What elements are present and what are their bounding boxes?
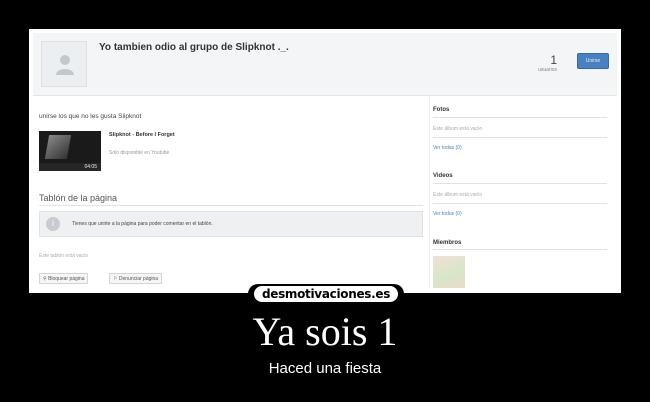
screenshot: Yo tambien odio al grupo de Slipknot ._.… — [33, 33, 617, 289]
photos-title: Fotos — [433, 107, 450, 113]
lock-icon: ⚲ — [43, 276, 47, 282]
report-page-button[interactable]: ⚐ Denunciar página — [109, 273, 163, 284]
poster-caption: Ya sois 1 — [252, 309, 398, 354]
divider — [433, 203, 607, 204]
poster-subcaption: Haced una fiesta — [268, 360, 382, 377]
site-brand-text: desmotivaciones.es — [261, 287, 391, 301]
videos-empty-text: Este álbum está vacío — [433, 192, 483, 198]
join-notice-text: Tienes que unirte a la página para poder… — [72, 221, 213, 227]
photos-empty-text: Este álbum está vacío — [433, 126, 483, 132]
video-thumbnail[interactable]: 04:05 — [39, 131, 101, 171]
divider — [433, 183, 607, 184]
join-notice: i Tienes que unirte a la página para pod… — [39, 211, 423, 237]
video-title[interactable]: Slipknot - Before I Forget — [109, 132, 175, 138]
videos-see-all-link[interactable]: Ver todos (0) — [433, 211, 462, 217]
sidebar-divider — [429, 95, 430, 289]
member-avatar[interactable] — [433, 256, 465, 288]
wall-empty-text: Este tablón está vacío — [39, 253, 89, 259]
divider — [39, 205, 423, 206]
member-count-label: usuarios — [538, 67, 557, 73]
photos-see-all-link[interactable]: Ver todas (0) — [433, 145, 462, 151]
wall-title: Tablón de la página — [39, 193, 118, 203]
video-note: Sólo disponible en Youtube — [109, 150, 170, 156]
poster-frame: Yo tambien odio al grupo de Slipknot ._.… — [29, 29, 621, 293]
member-count: 1 — [550, 53, 557, 67]
video-duration: 04:05 — [84, 164, 97, 170]
join-button[interactable]: Unirse — [577, 53, 609, 69]
brand-pill: desmotivaciones.es — [254, 286, 398, 302]
group-avatar — [41, 41, 87, 87]
block-page-label: Bloquear página — [48, 276, 85, 282]
flag-icon: ⚐ — [113, 276, 118, 282]
divider — [433, 137, 607, 138]
info-icon: i — [46, 217, 60, 231]
members-title: Miembros — [433, 240, 462, 246]
divider — [433, 249, 607, 250]
user-silhouette-icon — [56, 55, 74, 75]
divider — [433, 117, 607, 118]
report-page-label: Denunciar página — [118, 276, 159, 282]
group-header: Yo tambien odio al grupo de Slipknot ._.… — [33, 33, 617, 96]
group-title: Yo tambien odio al grupo de Slipknot ._. — [99, 42, 289, 53]
site-brand: desmotivaciones.es — [248, 284, 404, 304]
group-description: unirse los que no les gusta Slipknot — [39, 113, 142, 120]
video-frame-image — [44, 135, 72, 159]
block-page-button[interactable]: ⚲ Bloquear página — [39, 273, 89, 284]
videos-title: Videos — [433, 173, 453, 179]
